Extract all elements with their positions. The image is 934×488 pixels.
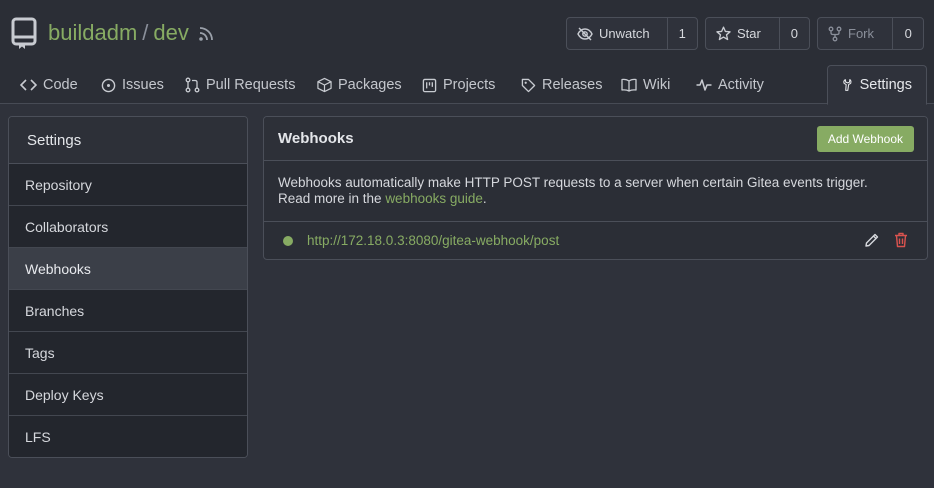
rss-icon[interactable] (198, 26, 214, 42)
add-webhook-button[interactable]: Add Webhook (816, 125, 914, 152)
webhooks-guide-link[interactable]: webhooks guide (385, 191, 483, 206)
repo-owner-link[interactable]: buildadm (48, 20, 137, 46)
tab-settings-label: Settings (859, 77, 912, 93)
project-icon (422, 78, 437, 92)
tag-icon (521, 78, 536, 92)
tab-packages[interactable]: Packages (317, 66, 402, 104)
tab-issues-label: Issues (122, 77, 164, 93)
fork-icon (828, 26, 842, 41)
webhook-actions (864, 232, 908, 248)
webhooks-header: Webhooks Add Webhook (264, 117, 927, 161)
tab-pull-requests-label: Pull Requests (206, 77, 296, 93)
package-icon (317, 77, 332, 93)
tab-settings[interactable]: Settings (827, 65, 927, 105)
sidebar-item-branches[interactable]: Branches (9, 290, 247, 332)
tab-activity[interactable]: Activity (696, 66, 764, 104)
repo-title: buildadm / dev (48, 20, 189, 46)
watch-button-group: Unwatch 1 (566, 17, 698, 50)
settings-sidebar: Settings Repository Collaborators Webhoo… (8, 116, 248, 458)
webhooks-description-more: Read more in the webhooks guide. (278, 191, 913, 207)
sidebar-item-deploy-keys[interactable]: Deploy Keys (9, 374, 247, 416)
status-active-icon (283, 235, 293, 246)
fork-label: Fork (848, 26, 874, 41)
pulse-icon (696, 79, 712, 91)
repo-separator: / (142, 20, 149, 45)
webhooks-panel: Webhooks Add Webhook Webhooks automatica… (263, 116, 928, 260)
sidebar-item-webhooks[interactable]: Webhooks (9, 248, 247, 290)
tab-projects-label: Projects (443, 77, 496, 93)
tab-wiki[interactable]: Wiki (621, 66, 670, 104)
unwatch-label: Unwatch (599, 26, 650, 41)
fork-count[interactable]: 0 (893, 18, 923, 49)
webhooks-description-line: Webhooks automatically make HTTP POST re… (278, 175, 868, 190)
repo-tabs: Code Issues Pull Requests Packages Proje… (0, 65, 934, 105)
watch-count[interactable]: 1 (668, 18, 697, 49)
sidebar-item-lfs[interactable]: LFS (9, 416, 247, 457)
webhooks-description: Webhooks automatically make HTTP POST re… (264, 161, 927, 222)
sidebar-item-repository[interactable]: Repository (9, 164, 247, 206)
tab-code-label: Code (43, 77, 78, 93)
fork-button-group: Fork 0 (817, 17, 924, 50)
fork-button[interactable]: Fork (818, 18, 894, 49)
code-icon (20, 79, 37, 91)
webhook-url-link[interactable]: http://172.18.0.3:8080/gitea-webhook/pos… (307, 233, 559, 248)
book-icon (621, 78, 637, 92)
sidebar-title: Settings (9, 117, 247, 164)
webhooks-title: Webhooks (278, 130, 354, 147)
pull-request-icon (185, 77, 200, 93)
tab-issues[interactable]: Issues (101, 66, 164, 104)
issue-icon (101, 78, 116, 92)
star-count[interactable]: 0 (780, 18, 809, 49)
sidebar-item-tags[interactable]: Tags (9, 332, 247, 374)
eye-slash-icon (577, 27, 593, 40)
tab-releases-label: Releases (542, 77, 603, 93)
tab-releases[interactable]: Releases (521, 66, 602, 104)
tab-code[interactable]: Code (20, 66, 78, 104)
tab-projects[interactable]: Projects (422, 66, 495, 104)
trash-icon[interactable] (894, 232, 908, 248)
tab-pull-requests[interactable]: Pull Requests (185, 66, 295, 104)
tab-packages-label: Packages (338, 77, 402, 93)
repo-icon (11, 17, 37, 49)
sidebar-item-collaborators[interactable]: Collaborators (9, 206, 247, 248)
read-more-suffix: . (482, 191, 487, 206)
tab-activity-label: Activity (718, 77, 764, 93)
tab-wiki-label: Wiki (643, 77, 671, 93)
repo-header: buildadm / dev Unwatch 1 Star 0 Fork 0 C… (0, 0, 934, 105)
repo-name-link[interactable]: dev (153, 20, 188, 46)
star-label: Star (737, 26, 761, 41)
star-icon (716, 26, 731, 41)
star-button-group: Star 0 (705, 17, 810, 50)
pencil-icon[interactable] (864, 232, 880, 248)
unwatch-button[interactable]: Unwatch (567, 18, 668, 49)
star-button[interactable]: Star (706, 18, 780, 49)
webhook-item: http://172.18.0.3:8080/gitea-webhook/pos… (264, 222, 927, 259)
tools-icon (843, 79, 852, 91)
read-more-prefix: Read more in the (278, 191, 386, 206)
